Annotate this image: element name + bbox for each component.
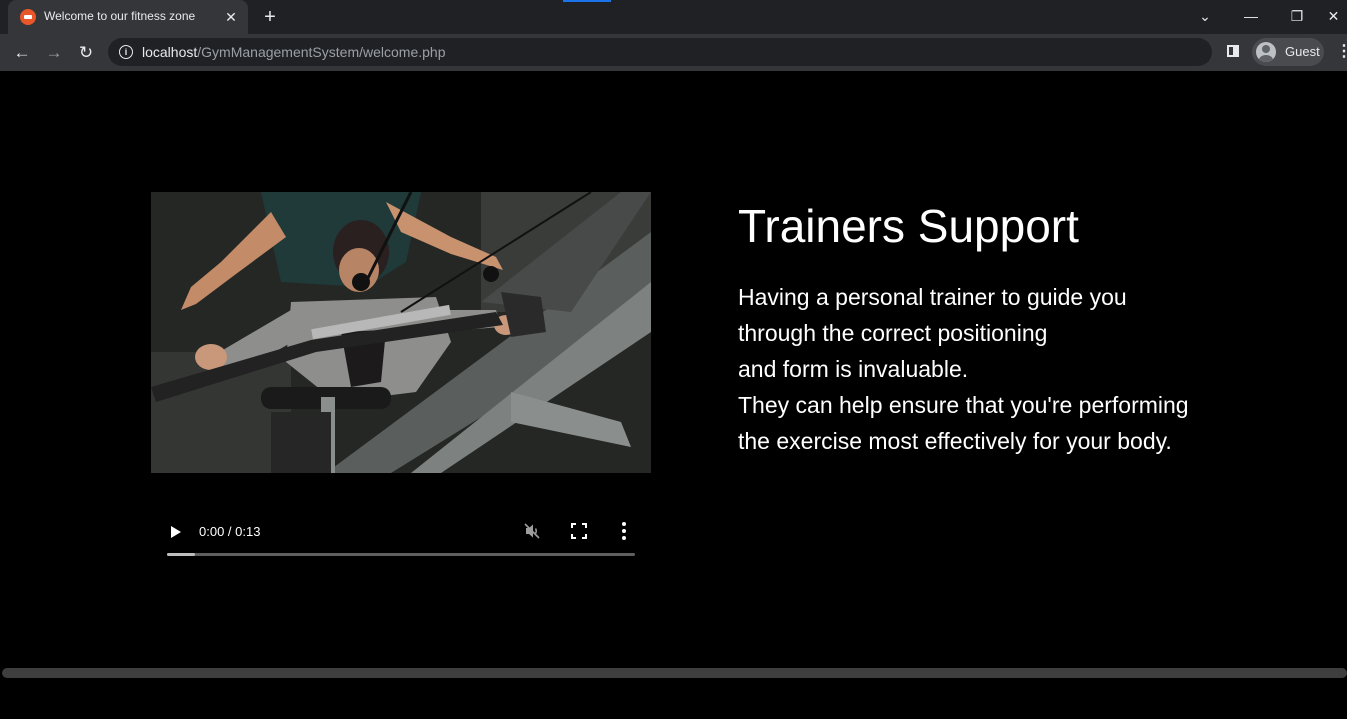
avatar: [1256, 42, 1276, 62]
profile-button[interactable]: Guest: [1252, 38, 1324, 66]
browser-tab[interactable]: Welcome to our fitness zone ✕: [8, 0, 248, 34]
horizontal-scrollbar[interactable]: [0, 667, 1347, 680]
tab-strip: Welcome to our fitness zone ✕ + ⌄ — ❐ ✕: [0, 0, 1347, 34]
video-frame[interactable]: [151, 192, 651, 473]
side-panel-icon[interactable]: [1227, 45, 1239, 57]
new-tab-button[interactable]: +: [258, 5, 282, 29]
video-poster-image: [151, 192, 651, 473]
minimize-button[interactable]: —: [1228, 0, 1274, 34]
browser-toolbar: ← → ↻ i localhost/GymManagementSystem/we…: [0, 34, 1347, 71]
restore-button[interactable]: ❐: [1274, 0, 1320, 34]
tab-search-button[interactable]: ⌄: [1182, 0, 1228, 34]
address-bar[interactable]: i localhost/GymManagementSystem/welcome.…: [108, 38, 1212, 66]
fullscreen-icon[interactable]: [571, 523, 587, 539]
tab-close-icon[interactable]: ✕: [222, 8, 240, 26]
description-line: through the correct positioning: [738, 320, 1048, 346]
muted-speaker-icon[interactable]: [523, 522, 541, 540]
description-line: and form is invaluable.: [738, 356, 969, 382]
url-path: /GymManagementSystem/welcome.php: [197, 44, 446, 60]
site-favicon-icon: [20, 9, 36, 25]
tab-strip-accent: [563, 0, 611, 2]
site-info-icon[interactable]: i: [119, 45, 133, 59]
description-line: the exercise most effectively for your b…: [738, 428, 1172, 454]
scrollbar-thumb[interactable]: [2, 668, 1347, 678]
back-button[interactable]: ←: [9, 40, 35, 66]
play-icon[interactable]: [171, 526, 181, 538]
forward-button[interactable]: →: [41, 40, 67, 66]
profile-label: Guest: [1285, 44, 1320, 59]
video-time: 0:00 / 0:13: [199, 524, 261, 539]
video-controls: 0:00 / 0:13: [167, 518, 635, 568]
description-line: Having a personal trainer to guide you: [738, 284, 1127, 310]
video-player[interactable]: 0:00 / 0:13: [151, 192, 651, 602]
tab-title: Welcome to our fitness zone: [44, 9, 196, 23]
browser-menu-icon[interactable]: ⋮: [1336, 42, 1347, 62]
video-progress-bar[interactable]: [167, 553, 635, 556]
url-text[interactable]: localhost/GymManagementSystem/welcome.ph…: [142, 44, 445, 60]
reload-button[interactable]: ↻: [73, 40, 99, 66]
section-heading: Trainers Support: [738, 200, 1079, 252]
url-host: localhost: [142, 44, 198, 60]
close-window-button[interactable]: ✕: [1320, 0, 1347, 34]
description-line: They can help ensure that you're perform…: [738, 392, 1189, 418]
page-viewport: 0:00 / 0:13 Trainers Support Having a pe…: [0, 71, 1347, 719]
more-options-icon[interactable]: [621, 520, 627, 542]
section-description: Having a personal trainer to guide you t…: [738, 279, 1189, 459]
video-buffered-fill: [167, 553, 196, 556]
